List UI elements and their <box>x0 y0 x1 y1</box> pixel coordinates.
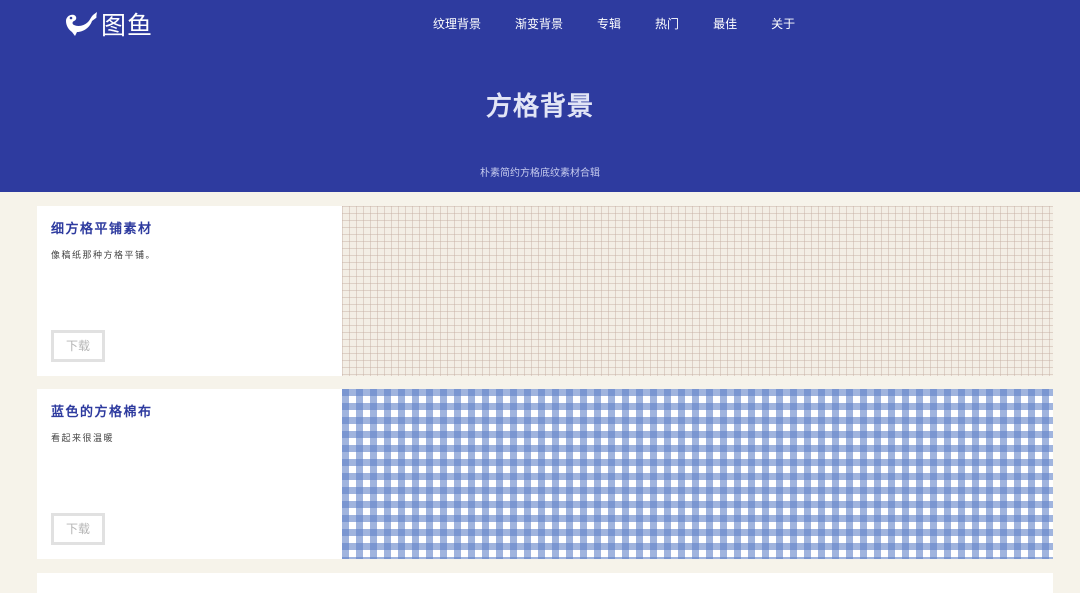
card-description: 像稿纸那种方格平铺。 <box>51 251 157 261</box>
nav-item-albums[interactable]: 专辑 <box>597 15 621 33</box>
card-description: 看起来很温暖 <box>51 434 115 444</box>
texture-preview-blue-gingham[interactable] <box>342 389 1053 559</box>
nav-item-best[interactable]: 最佳 <box>713 15 737 33</box>
texture-card: 蓝色的方格棉布 看起来很温暖 下载 <box>37 389 1053 559</box>
hero-header: 图鱼 纹理背景 渐变背景 专辑 热门 最佳 关于 方格背景 朴素简约方格底纹素材… <box>0 0 1080 192</box>
card-title[interactable]: 蓝色的方格棉布 <box>51 401 153 420</box>
texture-card-partial <box>37 573 1053 593</box>
whale-logo-icon <box>66 12 97 36</box>
nav-item-about[interactable]: 关于 <box>771 15 795 33</box>
card-info: 蓝色的方格棉布 看起来很温暖 下载 <box>37 389 342 559</box>
nav-item-gradient[interactable]: 渐变背景 <box>515 15 563 33</box>
logo-text: 图鱼 <box>101 11 154 40</box>
card-info: 细方格平铺素材 像稿纸那种方格平铺。 下载 <box>37 206 342 376</box>
download-button[interactable]: 下载 <box>51 513 105 545</box>
nav-item-texture[interactable]: 纹理背景 <box>433 15 481 33</box>
nav-item-popular[interactable]: 热门 <box>655 15 679 33</box>
main-nav: 纹理背景 渐变背景 专辑 热门 最佳 关于 <box>433 15 795 33</box>
page-title: 方格背景 <box>485 92 594 122</box>
download-button[interactable]: 下载 <box>51 330 105 362</box>
card-title[interactable]: 细方格平铺素材 <box>51 218 153 237</box>
texture-card: 细方格平铺素材 像稿纸那种方格平铺。 下载 <box>37 206 1053 376</box>
page-subtitle: 朴素简约方格底纹素材合辑 <box>480 168 600 179</box>
logo[interactable]: 图鱼 <box>64 8 153 40</box>
texture-preview-grid-paper[interactable] <box>342 206 1053 376</box>
